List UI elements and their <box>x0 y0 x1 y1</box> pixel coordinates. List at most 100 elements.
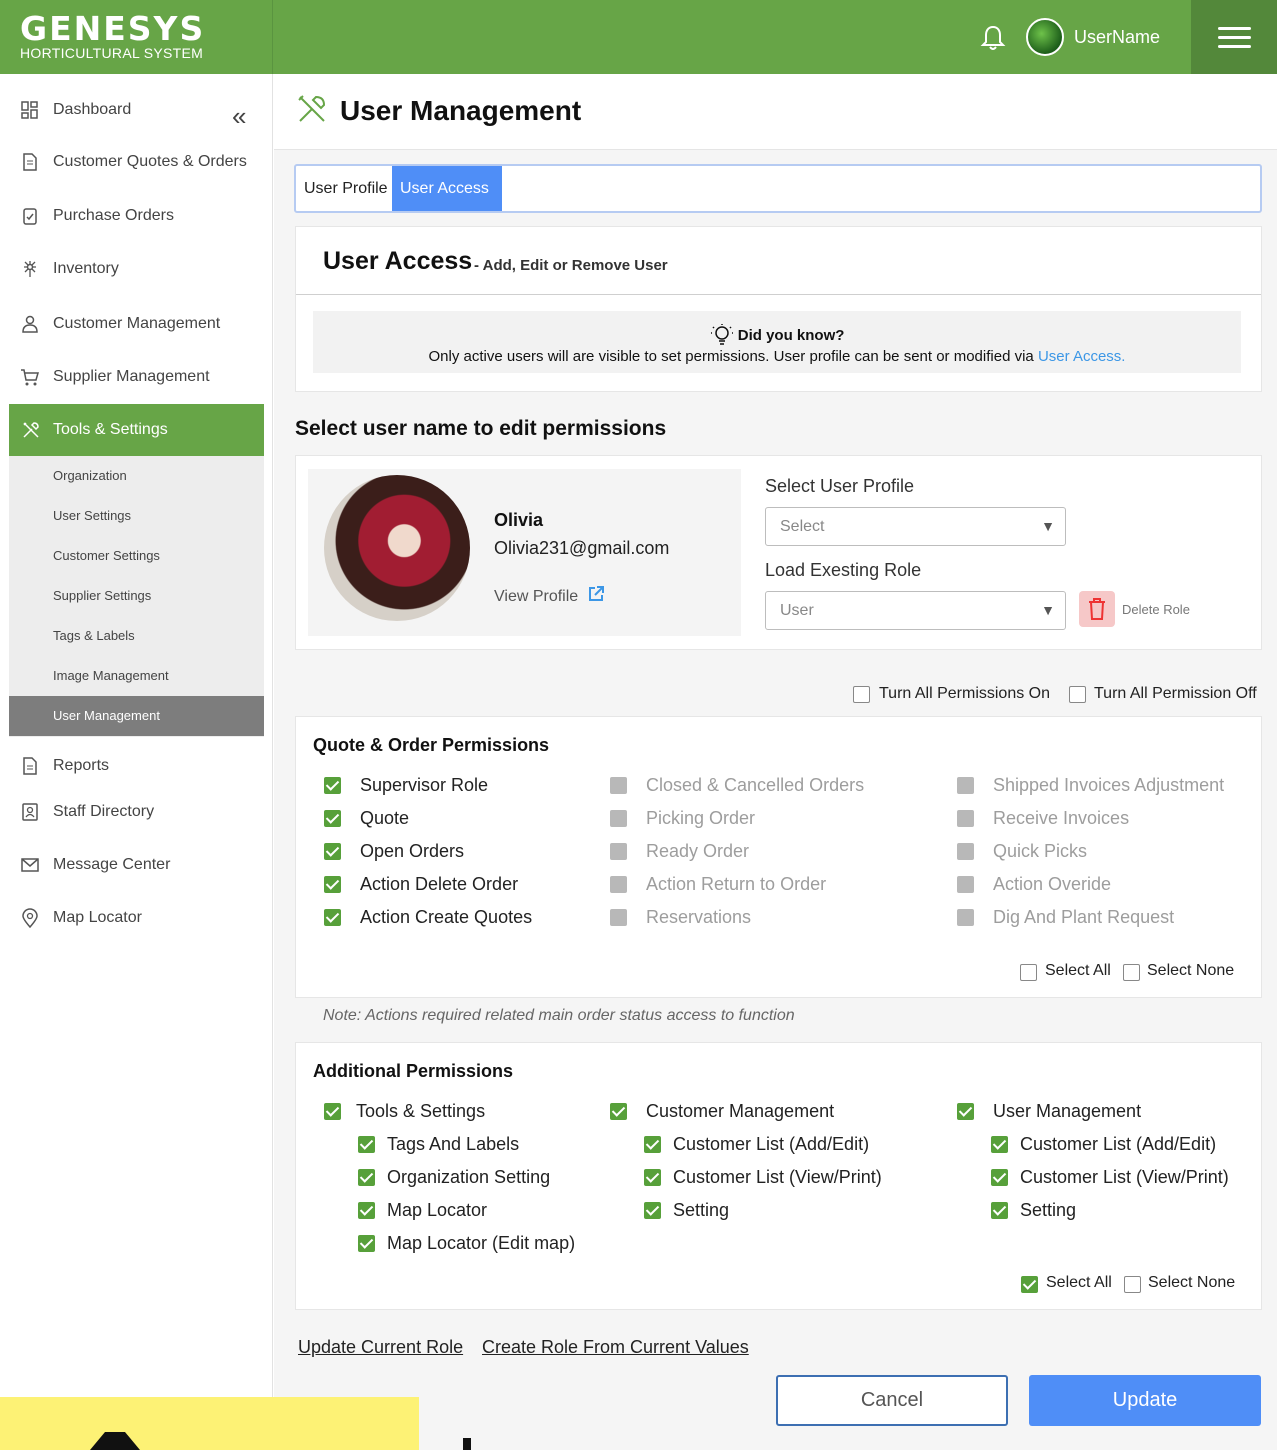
quote-order-permissions-card: Quote & Order Permissions Supervisor Rol… <box>295 716 1262 998</box>
user-photo <box>324 475 470 621</box>
checkbox[interactable] <box>991 1169 1008 1186</box>
turn-all-off-checkbox[interactable] <box>1069 686 1086 703</box>
delete-role-label[interactable]: Delete Role <box>1122 602 1190 617</box>
group-label: Customer Management <box>646 1101 835 1121</box>
checkbox[interactable] <box>358 1169 375 1186</box>
checkbox[interactable] <box>324 876 341 893</box>
select-none-checkbox[interactable] <box>1124 1276 1141 1293</box>
user-selection-card: Olivia Olivia231@gmail.com View Profile … <box>295 455 1262 650</box>
submenu-item-tags-labels[interactable]: Tags & Labels <box>9 616 264 656</box>
user-access-link[interactable]: User Access. <box>1038 348 1126 365</box>
tab-user-profile[interactable]: User Profile <box>296 166 396 211</box>
lightbulb-icon <box>710 324 733 345</box>
permission-label: Customer List (View/Print) <box>673 1167 882 1187</box>
group-checkbox[interactable] <box>957 1103 974 1120</box>
sidebar-item-reports[interactable]: Reports <box>0 746 272 786</box>
update-current-role-link[interactable]: Update Current Role <box>298 1337 463 1358</box>
checkbox[interactable] <box>324 843 341 860</box>
checkbox[interactable] <box>324 909 341 926</box>
permission-label: Map Locator <box>387 1200 488 1220</box>
turn-all-on-label: Turn All Permissions On <box>879 685 1051 702</box>
section-title: User Access <box>323 247 473 275</box>
submenu-item-user-management[interactable]: User Management <box>9 696 264 736</box>
card-heading: Quote & Order Permissions <box>313 735 550 755</box>
submenu-item-user-settings[interactable]: User Settings <box>9 496 264 536</box>
avatar[interactable] <box>1026 18 1064 56</box>
view-profile-link[interactable]: View Profile <box>494 585 605 606</box>
sidebar-item-inventory[interactable]: Inventory <box>0 249 272 289</box>
sidebar-item-label: Reports <box>53 757 110 774</box>
permission-label: Customer List (View/Print) <box>1020 1167 1229 1187</box>
select-all-label: Select All <box>1046 1274 1112 1291</box>
permission-label: Action Create Quotes <box>360 907 533 927</box>
permission-label: Action Delete Order <box>360 874 519 894</box>
cart-icon <box>21 369 39 386</box>
sidebar-item-message-center[interactable]: Message Center <box>0 845 272 885</box>
permission-label: Customer List (Add/Edit) <box>673 1134 870 1154</box>
divider <box>296 294 1261 295</box>
sidebar-item-quotes-orders[interactable]: Customer Quotes & Orders <box>0 142 272 182</box>
logo-text: GENESYS <box>20 9 206 48</box>
checkbox[interactable] <box>358 1235 375 1252</box>
select-none-checkbox[interactable] <box>1123 964 1140 981</box>
submenu-item-customer-settings[interactable]: Customer Settings <box>9 536 264 576</box>
permission-label: Map Locator (Edit map) <box>387 1233 576 1253</box>
permission-label: Receive Invoices <box>993 808 1130 828</box>
group-label: User Management <box>993 1101 1142 1121</box>
sidebar-item-staff-directory[interactable]: Staff Directory <box>0 792 272 832</box>
update-button[interactable]: Update <box>1029 1375 1261 1426</box>
logo[interactable]: GENESYS HORTICULTURAL SYSTEM <box>20 9 206 61</box>
checkbox[interactable] <box>358 1202 375 1219</box>
external-link-icon <box>588 586 604 601</box>
load-role-dropdown[interactable]: User ▼ <box>765 591 1066 630</box>
checkbox[interactable] <box>358 1136 375 1153</box>
sidebar-item-tools-settings[interactable]: Tools & Settings <box>9 404 264 456</box>
submenu-item-image-management[interactable]: Image Management <box>9 656 264 696</box>
create-role-link[interactable]: Create Role From Current Values <box>482 1337 749 1358</box>
tab-user-access[interactable]: User Access <box>392 166 502 211</box>
submenu-item-organization[interactable]: Organization <box>9 456 264 496</box>
checkbox[interactable] <box>991 1202 1008 1219</box>
delete-role-button[interactable] <box>1079 591 1115 627</box>
tools-submenu: Organization User Settings Customer Sett… <box>9 456 264 737</box>
sidebar-item-label: Supplier Management <box>53 368 210 385</box>
checkbox[interactable] <box>991 1136 1008 1153</box>
disabled-checkbox <box>957 909 974 926</box>
select-all-checkbox[interactable] <box>1021 1276 1038 1293</box>
sidebar-item-map-locator[interactable]: Map Locator <box>0 898 272 938</box>
select-user-profile-dropdown[interactable]: Select ▼ <box>765 507 1066 546</box>
sidebar-item-purchase-orders[interactable]: Purchase Orders <box>0 196 272 236</box>
tip-text: Only active users will are visible to se… <box>428 348 1038 365</box>
cancel-button[interactable]: Cancel <box>776 1375 1008 1426</box>
checkbox[interactable] <box>644 1202 661 1219</box>
plant-icon <box>24 261 36 277</box>
permission-label: Quote <box>360 808 410 828</box>
tools-icon <box>23 422 39 438</box>
checkbox[interactable] <box>324 777 341 794</box>
select-none-label: Select None <box>1148 1274 1236 1291</box>
checkbox[interactable] <box>324 810 341 827</box>
username[interactable]: UserName <box>1074 27 1160 48</box>
submenu-item-supplier-settings[interactable]: Supplier Settings <box>9 576 264 616</box>
hamburger-menu-button[interactable] <box>1191 0 1277 74</box>
disabled-checkbox <box>610 777 627 794</box>
checkbox[interactable] <box>644 1169 661 1186</box>
view-profile-label: View Profile <box>494 588 579 605</box>
sidebar-item-label: Customer Quotes & Orders <box>53 153 247 170</box>
bell-icon[interactable] <box>980 24 1006 52</box>
group-checkbox[interactable] <box>610 1103 627 1120</box>
sidebar-item-label: Purchase Orders <box>53 207 174 224</box>
select-all-checkbox[interactable] <box>1020 964 1037 981</box>
tip-body: Only active users will are visible to se… <box>313 348 1241 365</box>
sidebar-item-customer-management[interactable]: Customer Management <box>0 304 272 344</box>
tip-box: Did you know? Only active users will are… <box>313 311 1241 373</box>
sidebar-item-label: Map Locator <box>53 909 142 926</box>
dashboard-icon <box>21 101 38 119</box>
group-checkbox[interactable] <box>324 1103 341 1120</box>
sidebar-item-dashboard[interactable]: Dashboard <box>0 90 272 130</box>
turn-all-on-checkbox[interactable] <box>853 686 870 703</box>
tip-heading: Did you know? <box>313 323 1241 345</box>
overlay-glyph <box>463 1438 471 1450</box>
sidebar-item-supplier-management[interactable]: Supplier Management <box>0 357 272 397</box>
checkbox[interactable] <box>644 1136 661 1153</box>
